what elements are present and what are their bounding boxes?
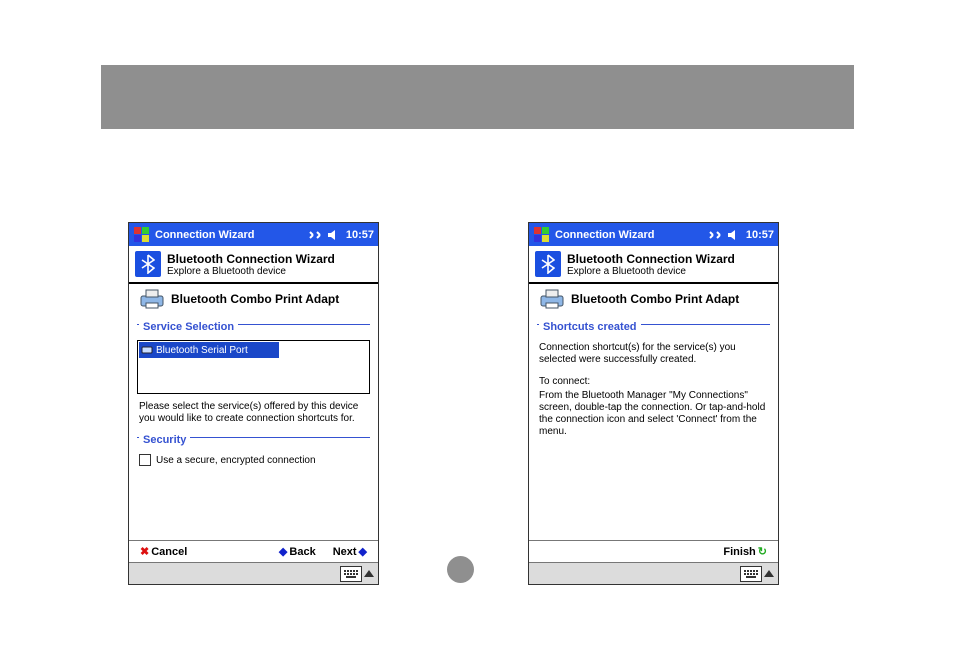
secure-connection-row[interactable]: Use a secure, encrypted connection (129, 452, 378, 468)
bluetooth-icon (535, 251, 561, 277)
finish-icon: ↻ (758, 545, 767, 558)
page-number-dot (447, 556, 474, 583)
device-name: Bluetooth Combo Print Adapt (171, 292, 339, 306)
command-bar: ✖ Cancel ◆ Back Next ◆ (129, 540, 378, 562)
shortcuts-msg3: From the Bluetooth Manager "My Connectio… (529, 390, 778, 440)
clock[interactable]: 10:57 (746, 229, 774, 241)
service-item-bt-serial[interactable]: Bluetooth Serial Port (139, 342, 279, 358)
service-list[interactable]: Bluetooth Serial Port (137, 340, 370, 394)
service-hint: Please select the service(s) offered by … (129, 398, 378, 427)
shortcuts-group: Shortcuts created (537, 317, 770, 335)
device-row: Bluetooth Combo Print Adapt (529, 284, 778, 314)
service-item-label: Bluetooth Serial Port (156, 345, 248, 356)
app-title: Connection Wizard (155, 229, 304, 241)
finish-button[interactable]: Finish ↻ (723, 545, 769, 558)
shortcuts-msg1: Connection shortcut(s) for the service(s… (529, 339, 778, 368)
wizard-subtitle: Explore a Bluetooth device (567, 266, 735, 277)
wizard-subtitle: Explore a Bluetooth device (167, 266, 335, 277)
wizard-header: Bluetooth Connection Wizard Explore a Bl… (129, 246, 378, 284)
finish-label: Finish (723, 546, 755, 558)
sip-up-icon[interactable] (764, 570, 774, 577)
title-bar[interactable]: Connection Wizard 10:57 (529, 223, 778, 246)
top-banner (101, 65, 854, 129)
connectivity-icon[interactable] (307, 227, 323, 243)
connectivity-icon[interactable] (707, 227, 723, 243)
keyboard-icon[interactable] (740, 566, 762, 582)
back-button[interactable]: ◆ Back (277, 545, 316, 558)
bluetooth-icon (135, 251, 161, 277)
app-title: Connection Wizard (555, 229, 704, 241)
shortcuts-msg2: To connect: (529, 368, 778, 390)
service-selection-group: Service Selection (137, 317, 370, 335)
printer-icon (139, 288, 165, 310)
title-bar[interactable]: Connection Wizard 10:57 (129, 223, 378, 246)
volume-icon[interactable] (326, 227, 342, 243)
sip-up-icon[interactable] (364, 570, 374, 577)
security-group: Security (137, 430, 370, 448)
cancel-icon: ✖ (140, 545, 149, 558)
wizard-title: Bluetooth Connection Wizard (167, 252, 335, 266)
back-icon: ◆ (279, 545, 287, 558)
device-name: Bluetooth Combo Print Adapt (571, 292, 739, 306)
keyboard-icon[interactable] (340, 566, 362, 582)
secure-checkbox[interactable] (139, 454, 151, 466)
cancel-button[interactable]: ✖ Cancel (138, 545, 187, 558)
next-label: Next (333, 546, 357, 558)
clock[interactable]: 10:57 (346, 229, 374, 241)
device-screen-right: Connection Wizard 10:57 Bluetooth Connec… (528, 222, 779, 585)
security-title: Security (139, 434, 190, 446)
service-selection-title: Service Selection (139, 321, 238, 333)
back-label: Back (289, 546, 315, 558)
command-bar: Finish ↻ (529, 540, 778, 562)
start-flag-icon[interactable] (533, 226, 550, 243)
next-icon: ◆ (359, 545, 367, 558)
secure-label: Use a secure, encrypted connection (156, 455, 316, 466)
cancel-label: Cancel (151, 546, 187, 558)
printer-icon (539, 288, 565, 310)
sip-bar (529, 562, 778, 584)
device-row: Bluetooth Combo Print Adapt (129, 284, 378, 314)
wizard-title: Bluetooth Connection Wizard (567, 252, 735, 266)
volume-icon[interactable] (726, 227, 742, 243)
sip-bar (129, 562, 378, 584)
wizard-header: Bluetooth Connection Wizard Explore a Bl… (529, 246, 778, 284)
next-button[interactable]: Next ◆ (333, 545, 369, 558)
start-flag-icon[interactable] (133, 226, 150, 243)
device-screen-left: Connection Wizard 10:57 Bluetooth Connec… (128, 222, 379, 585)
shortcuts-title: Shortcuts created (539, 321, 641, 333)
